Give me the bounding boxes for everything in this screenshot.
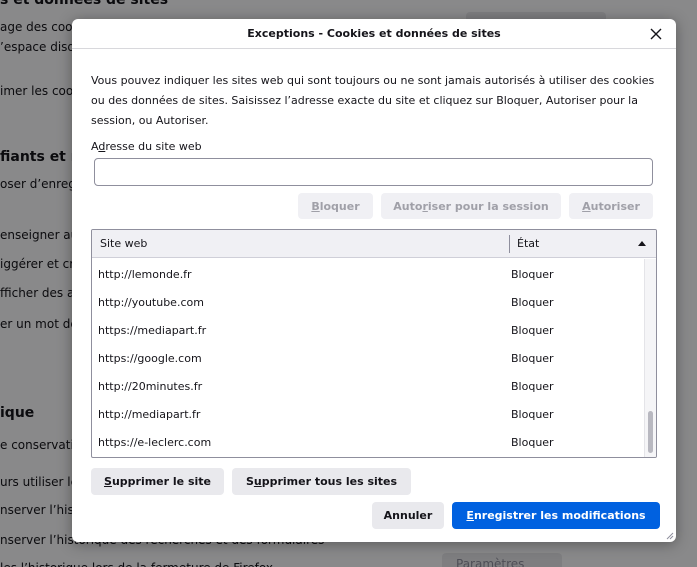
table-row[interactable]: http://20minutes.fr Bloquer — [92, 373, 644, 401]
row-state: Bloquer — [511, 324, 554, 337]
row-state: Bloquer — [511, 296, 554, 309]
address-label-end: resse du site web — [105, 140, 202, 153]
column-state[interactable]: État — [517, 237, 539, 250]
table-body: http://lemonde.fr Bloquer http://youtube.c… — [92, 261, 644, 457]
remove-site-button[interactable]: Supprimer le site — [91, 468, 224, 495]
dialog-description: Vous pouvez indiquer les sites web qui s… — [91, 74, 655, 127]
dialog-title: Exceptions - Cookies et données de sites — [247, 27, 501, 40]
sort-ascending-icon — [638, 241, 646, 246]
row-site: http://lemonde.fr — [98, 268, 192, 281]
resize-grip-icon[interactable] — [664, 530, 674, 540]
row-site: https://google.com — [98, 352, 202, 365]
address-input[interactable] — [94, 158, 653, 186]
row-state: Bloquer — [511, 268, 554, 281]
row-site: https://mediapart.fr — [98, 324, 207, 337]
row-site: http://mediapart.fr — [98, 408, 201, 421]
table-row[interactable]: https://google.com Bloquer — [92, 345, 644, 373]
column-site[interactable]: Site web — [100, 237, 147, 250]
close-icon — [650, 28, 662, 40]
address-label: Adresse du site web — [91, 140, 202, 153]
cancel-button[interactable]: Annuler — [372, 502, 444, 529]
save-button[interactable]: Enregistrer les modifications — [452, 502, 660, 529]
exceptions-table: Site web État http://lemonde.fr Bloquer ht… — [91, 229, 657, 458]
table-header: Site web État — [92, 230, 656, 258]
row-state: Bloquer — [511, 436, 554, 449]
table-row[interactable]: http://youtube.com Bloquer — [92, 289, 644, 317]
column-separator[interactable] — [509, 235, 510, 253]
titlebar-divider — [72, 48, 676, 49]
exceptions-dialog: Exceptions - Cookies et données de sites… — [72, 19, 676, 542]
table-scrollbar[interactable] — [644, 259, 656, 457]
allow-button[interactable]: Autoriser — [569, 193, 653, 219]
block-button[interactable]: Bloquer — [298, 193, 373, 219]
row-site: http://youtube.com — [98, 296, 204, 309]
close-button[interactable] — [647, 25, 665, 43]
row-state: Bloquer — [511, 380, 554, 393]
remove-all-sites-button[interactable]: Su pprimer tous les sites — [232, 468, 411, 495]
scrollbar-thumb[interactable] — [648, 411, 653, 453]
table-row[interactable]: https://mediapart.fr Bloquer — [92, 317, 644, 345]
row-site: http://20minutes.fr — [98, 380, 203, 393]
row-state: Bloquer — [511, 408, 554, 421]
table-row[interactable]: http://lemonde.fr Bloquer — [92, 261, 644, 289]
row-state: Bloquer — [511, 352, 554, 365]
row-site: https://e-leclerc.com — [98, 436, 212, 449]
allow-session-button[interactable]: Auto r iser pour la session — [381, 193, 561, 219]
table-row[interactable]: https://e-leclerc.com Bloquer — [92, 429, 644, 457]
table-row[interactable]: http://mediapart.fr Bloquer — [92, 401, 644, 429]
